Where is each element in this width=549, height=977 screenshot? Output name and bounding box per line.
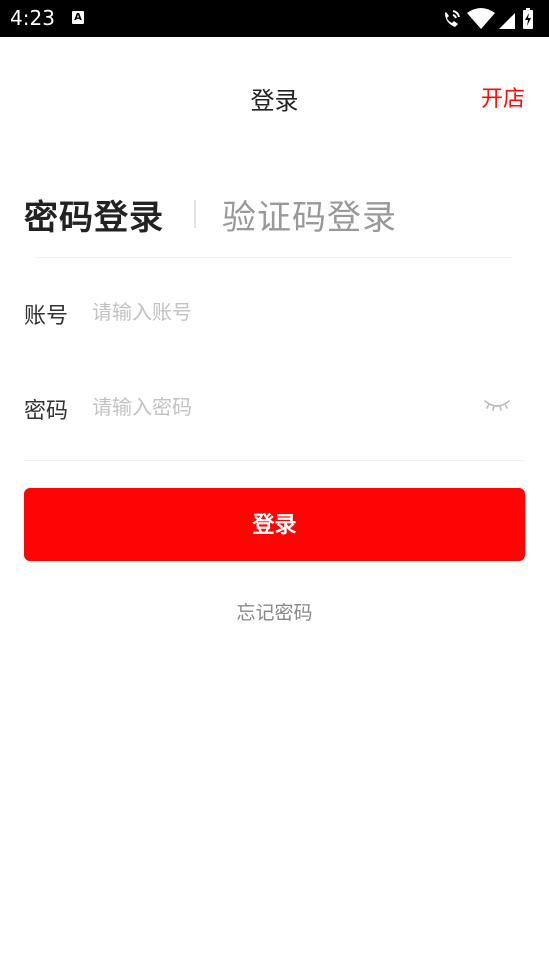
account-label: 账号 [24, 304, 69, 329]
status-icons [441, 7, 541, 31]
notification-a-icon: A [72, 11, 84, 24]
form-divider [24, 460, 524, 461]
login-mode-tabs: 密码登录 验证码登录 [24, 190, 524, 240]
account-input[interactable] [92, 294, 472, 330]
battery-charging-icon [523, 8, 533, 29]
tabs-divider [36, 257, 512, 258]
status-time: 4:23 [10, 6, 55, 30]
page-title: 登录 [250, 87, 299, 115]
header: 登录 开店 [0, 37, 549, 159]
status-bar: 4:23 A [0, 0, 549, 37]
wifi-calling-icon [445, 10, 460, 27]
wifi-icon [467, 8, 495, 29]
account-field: 账号 [24, 294, 524, 334]
eye-closed-icon[interactable] [484, 397, 510, 416]
tab-code-login[interactable]: 验证码登录 [222, 190, 397, 239]
tab-divider [194, 200, 196, 228]
forgot-password-link[interactable]: 忘记密码 [0, 598, 549, 625]
signal-icon [499, 13, 515, 29]
tab-password-login[interactable]: 密码登录 [24, 190, 164, 239]
password-input[interactable] [92, 389, 472, 425]
login-button[interactable]: 登录 [24, 488, 525, 561]
password-field: 密码 [24, 389, 524, 429]
password-label: 密码 [24, 399, 69, 424]
open-store-link[interactable]: 开店 [481, 81, 525, 113]
